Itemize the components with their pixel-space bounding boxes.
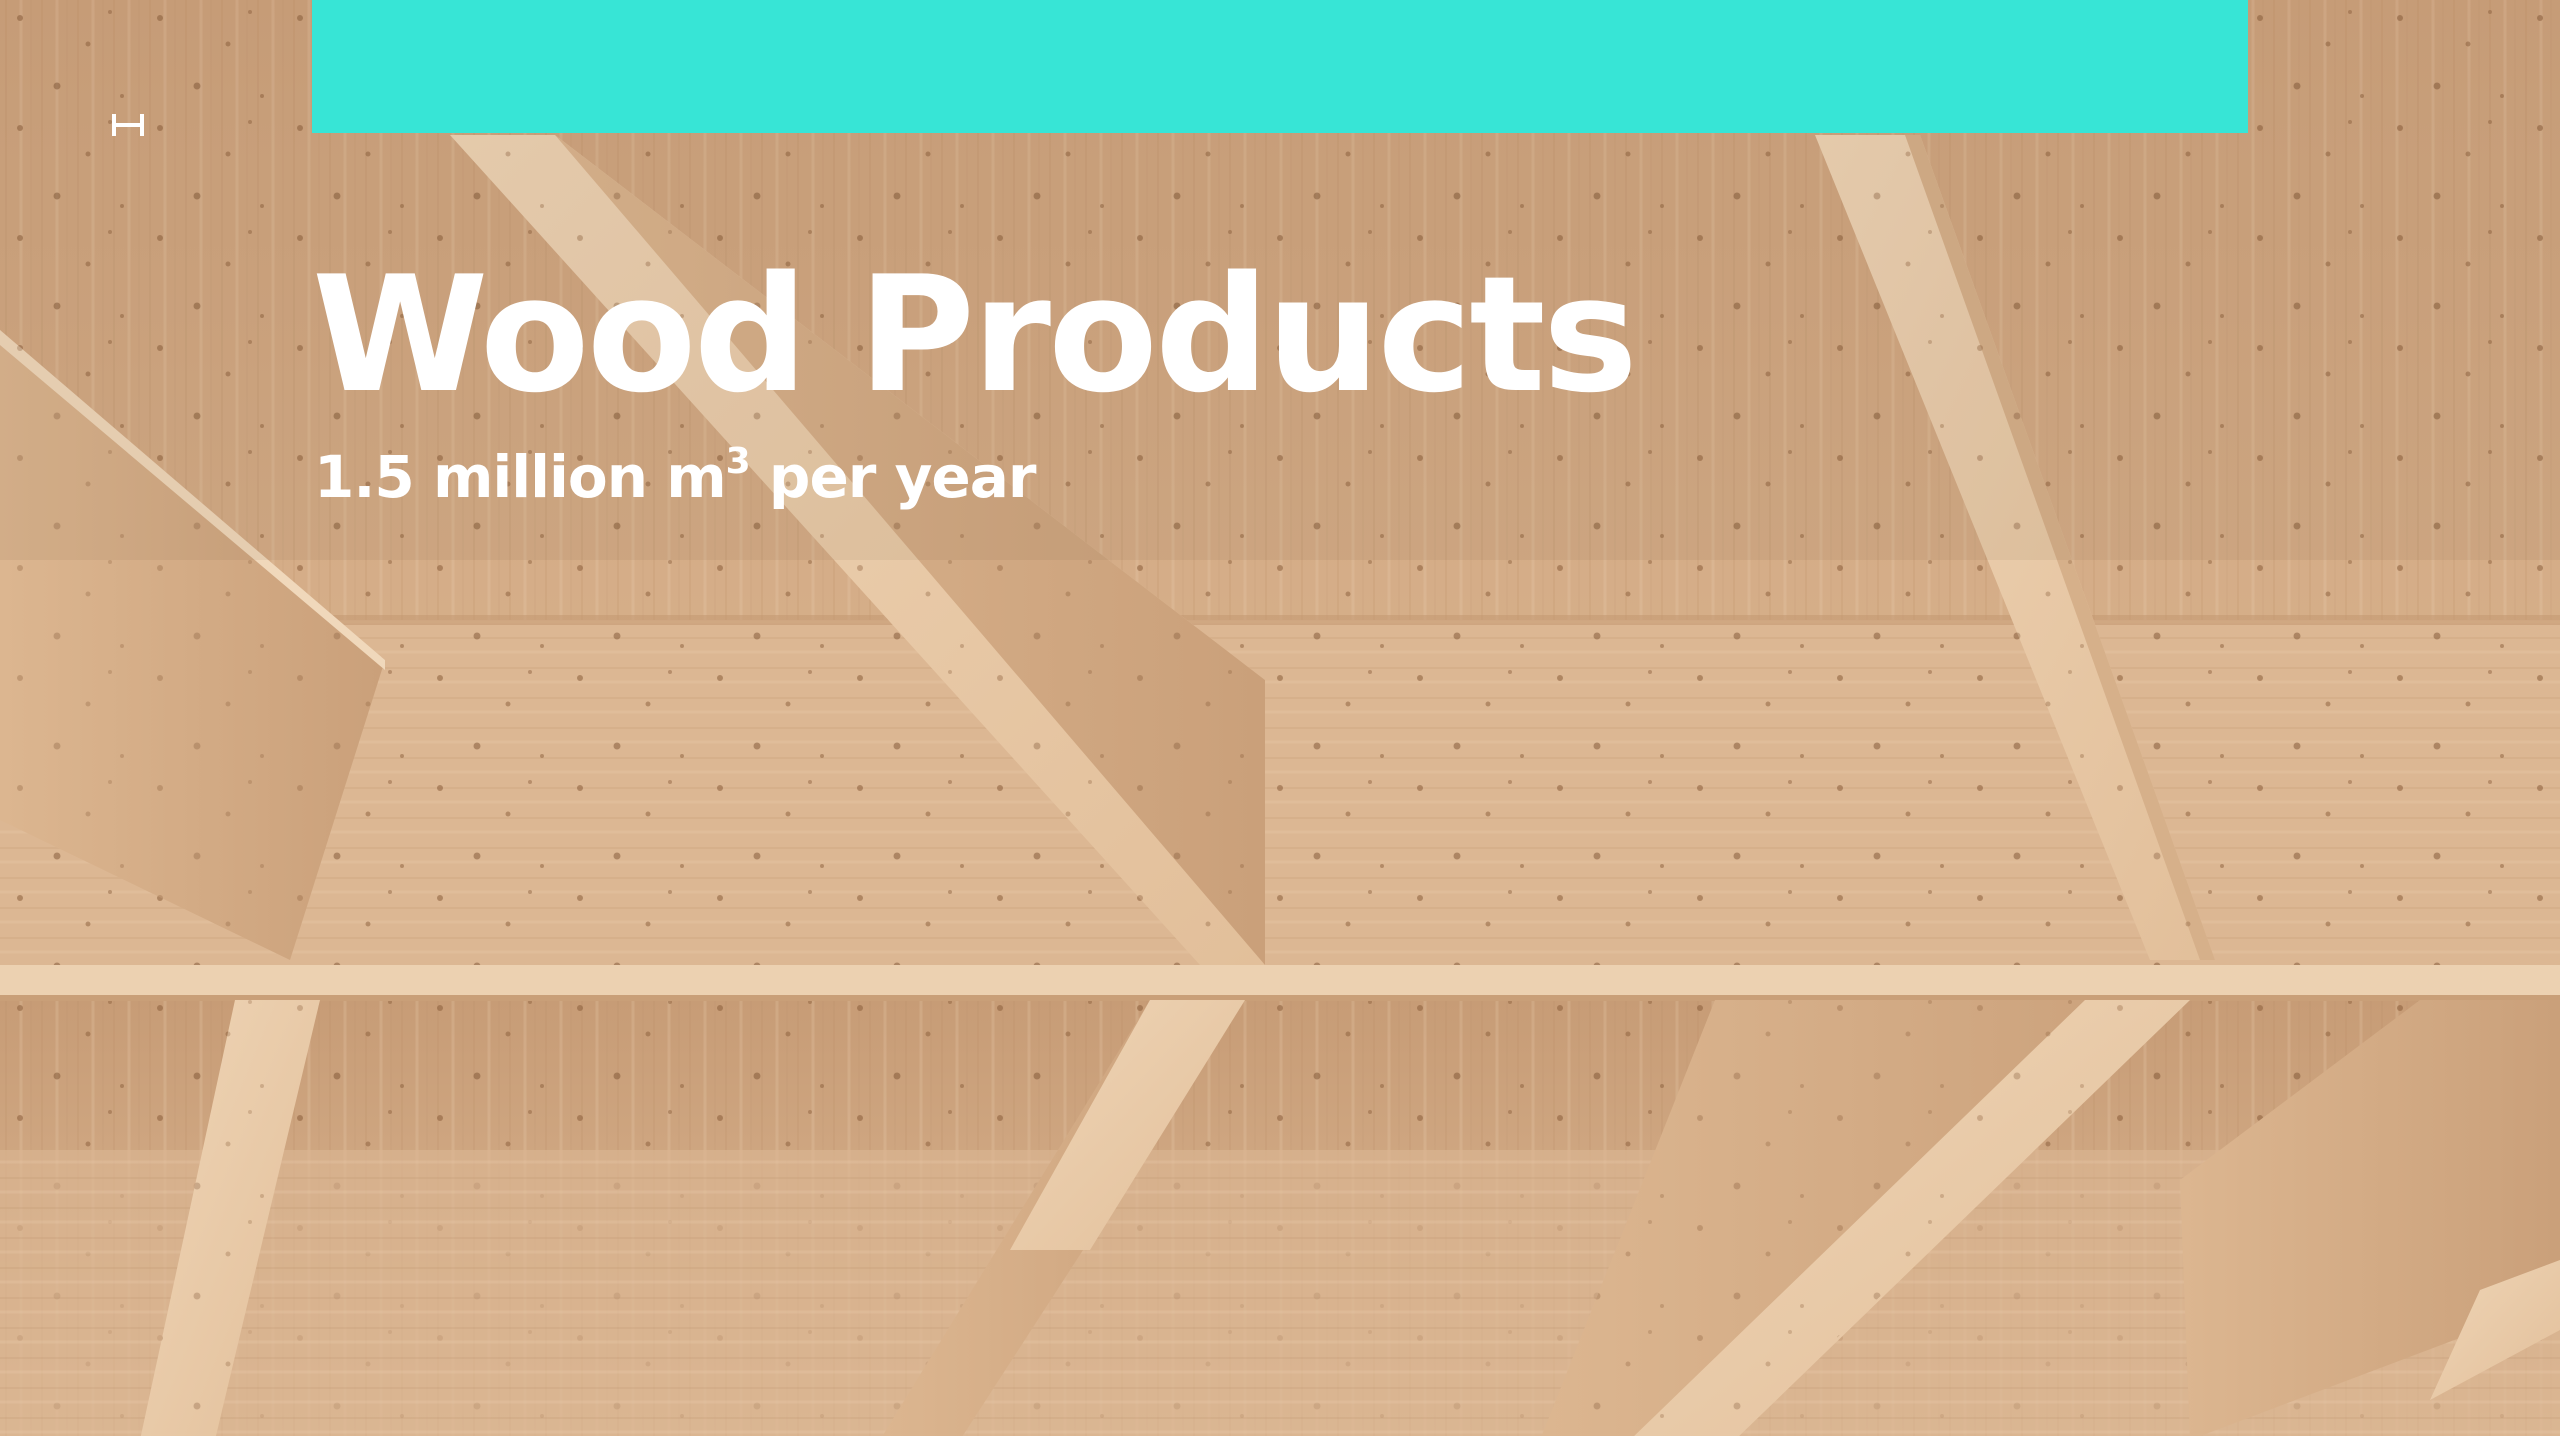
subtitle-suffix: per year [749,443,1037,511]
slide-subtitle: 1.5 million m3 per year [314,444,1036,507]
subtitle-unit-exponent: 3 [725,441,751,482]
h-monogram-icon [112,114,144,136]
accent-bar [312,0,2248,133]
subtitle-value: 1.5 million m [314,443,727,511]
title-slide: Wood Products 1.5 million m3 per year [0,0,2560,1440]
slide-title: Wood Products [312,241,1638,428]
timber-ceiling-photo [0,0,2560,1440]
